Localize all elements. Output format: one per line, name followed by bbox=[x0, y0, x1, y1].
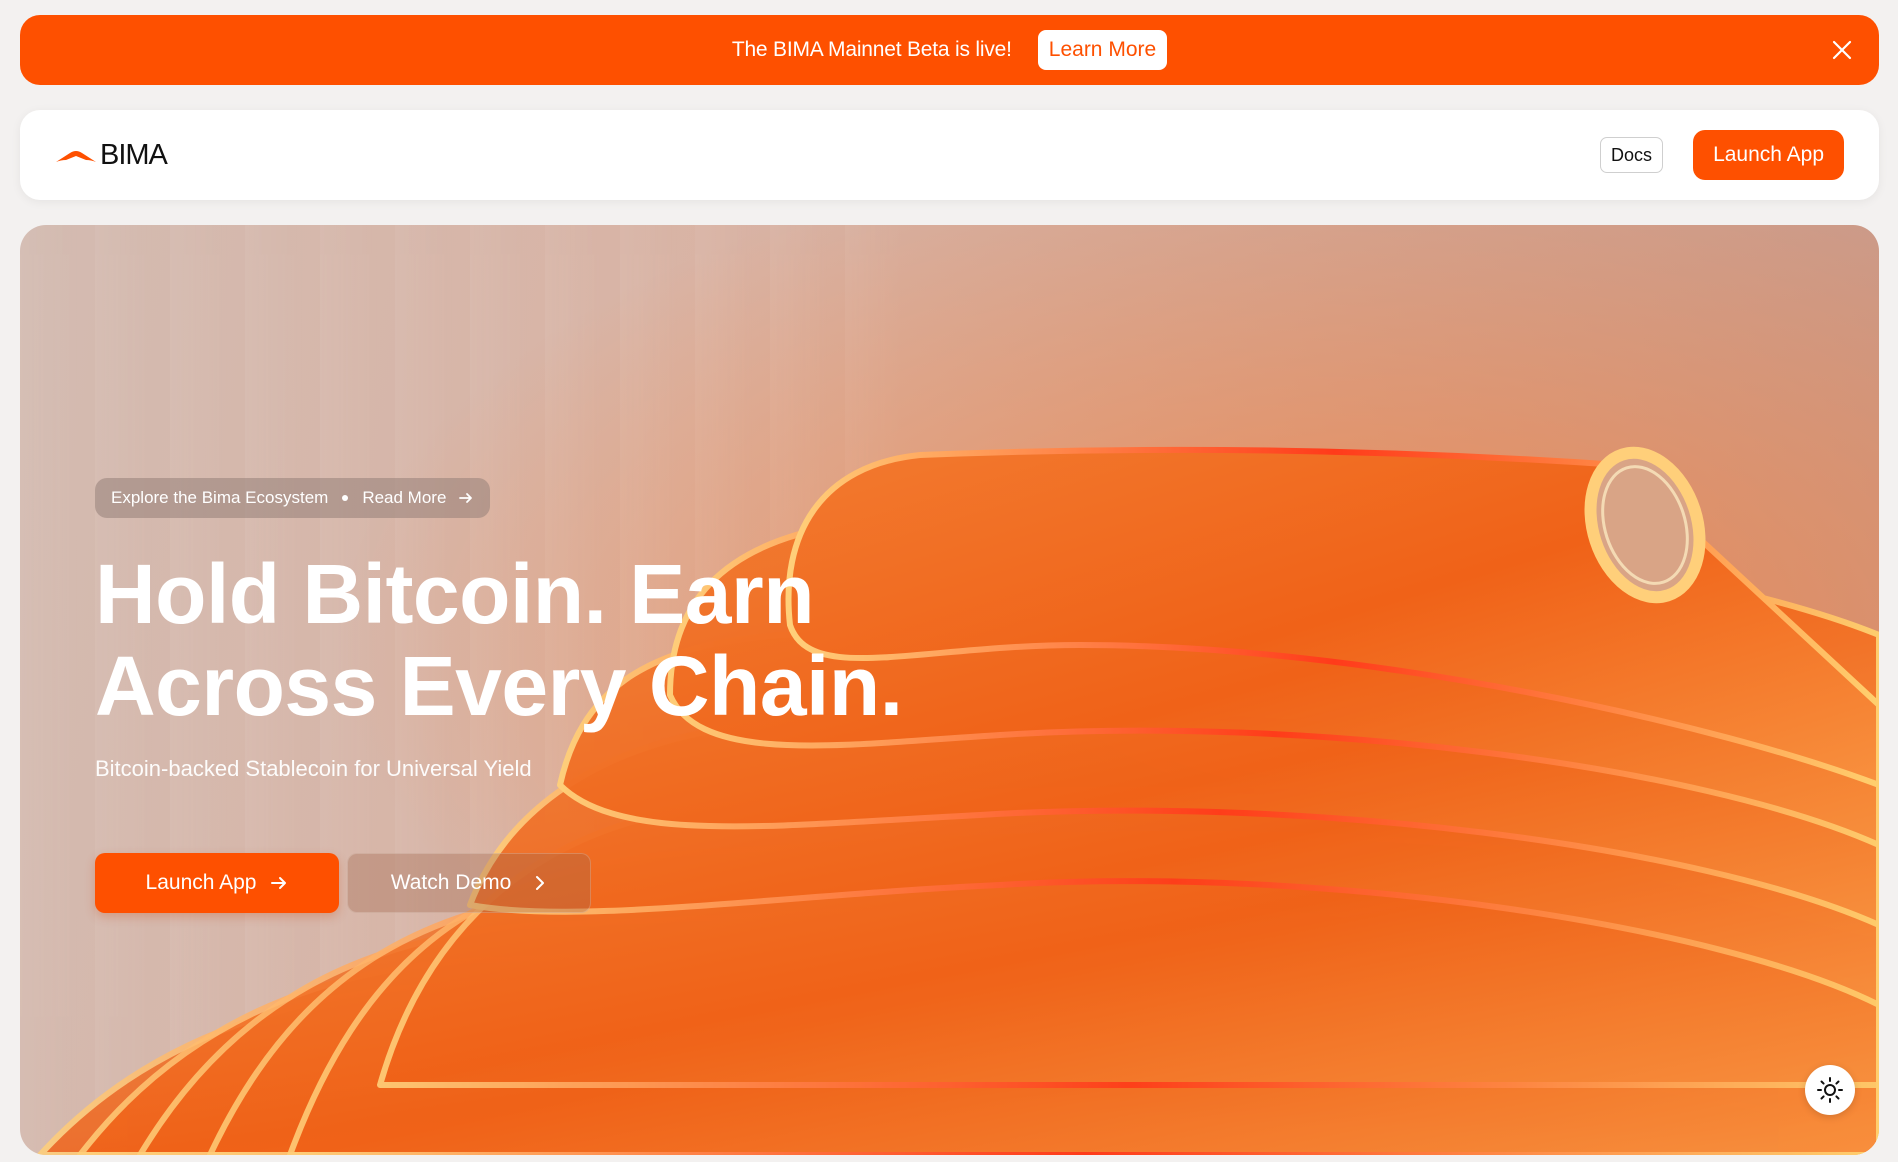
nav-launch-app-button[interactable]: Launch App bbox=[1693, 130, 1844, 180]
learn-more-button[interactable]: Learn More bbox=[1037, 30, 1168, 70]
headline-line-2: Across Every Chain. bbox=[95, 639, 903, 733]
hero-cta-row: Launch App Watch Demo bbox=[95, 853, 903, 913]
hero-section: Explore the Bima Ecosystem Read More Hol… bbox=[20, 225, 1879, 1155]
bima-logo[interactable]: BIMA bbox=[54, 138, 168, 172]
pill-text: Explore the Bima Ecosystem bbox=[111, 488, 329, 507]
theme-toggle-button[interactable] bbox=[1805, 1065, 1855, 1115]
hero-content: Explore the Bima Ecosystem Read More Hol… bbox=[95, 478, 903, 913]
close-icon[interactable] bbox=[1829, 37, 1855, 63]
watch-demo-button[interactable]: Watch Demo bbox=[347, 853, 591, 913]
bima-logo-icon bbox=[56, 151, 96, 162]
bullet-dot bbox=[342, 495, 349, 501]
read-more-label: Read More bbox=[362, 488, 447, 507]
docs-button[interactable]: Docs bbox=[1600, 137, 1664, 173]
launch-app-label: Launch App bbox=[145, 871, 257, 894]
ecosystem-pill[interactable]: Explore the Bima Ecosystem Read More bbox=[95, 478, 491, 518]
arrow-right-icon bbox=[459, 493, 473, 503]
banner-message: The BIMA Mainnet Beta is live! bbox=[731, 38, 1012, 61]
chevron-right-icon bbox=[536, 876, 545, 890]
hero-subheadline: Bitcoin-backed Stablecoin for Universal … bbox=[95, 756, 532, 781]
hero-headline: Hold Bitcoin. Earn Across Every Chain. bbox=[95, 548, 903, 732]
logo-text: BIMA bbox=[100, 138, 168, 171]
announcement-banner: The BIMA Mainnet Beta is live! Learn Mor… bbox=[20, 15, 1879, 85]
read-more-link[interactable]: Read More bbox=[362, 488, 474, 508]
watch-demo-label: Watch Demo bbox=[390, 871, 512, 894]
top-navbar: BIMA Docs Launch App bbox=[20, 110, 1879, 200]
sun-icon bbox=[1817, 1077, 1843, 1103]
hero-launch-app-button[interactable]: Launch App bbox=[95, 853, 339, 913]
nav-actions: Docs Launch App bbox=[1600, 130, 1844, 180]
arrow-right-icon bbox=[271, 877, 287, 889]
headline-line-1: Hold Bitcoin. Earn bbox=[95, 547, 815, 641]
